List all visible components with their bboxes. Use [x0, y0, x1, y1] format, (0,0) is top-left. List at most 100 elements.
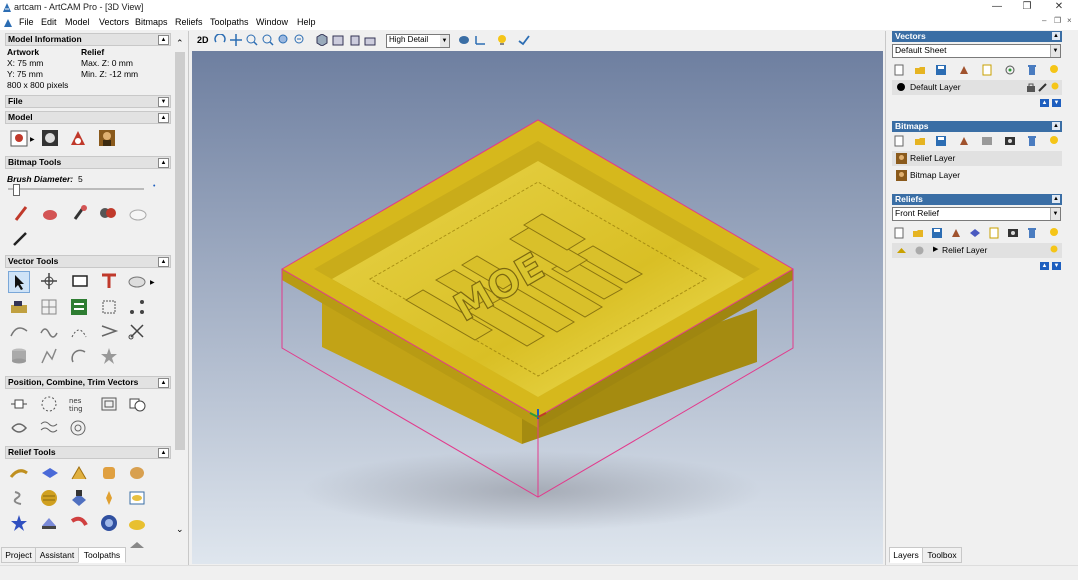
- angle-tool-icon[interactable]: [99, 321, 119, 341]
- relief-mode-icon[interactable]: [914, 245, 925, 256]
- select-arrow-icon[interactable]: [8, 271, 30, 293]
- bitmap-layer-row-relief[interactable]: Relief Layer: [892, 151, 1062, 166]
- arc-tool-icon[interactable]: [69, 346, 89, 366]
- move-relief-up-icon[interactable]: ▲: [1040, 262, 1049, 270]
- save-disk-icon[interactable]: [935, 64, 947, 76]
- cloud-vector-icon[interactable]: [127, 271, 147, 291]
- wrap-vector-icon[interactable]: [9, 418, 29, 438]
- relief-layer-row[interactable]: ▶ Relief Layer: [892, 243, 1062, 258]
- bitmap-layer-row-bitmap[interactable]: Bitmap Layer: [892, 168, 1062, 183]
- rotate-dotted-icon[interactable]: [39, 394, 59, 414]
- save-bitmap-icon[interactable]: [935, 135, 947, 147]
- lighting-bulb-icon[interactable]: [496, 34, 508, 48]
- collapse-arrow-icon[interactable]: ▲: [1052, 32, 1060, 40]
- zoom-in-icon[interactable]: [246, 34, 258, 48]
- model-information-header[interactable]: Model Information ▲: [5, 33, 171, 46]
- paint-area-icon[interactable]: [40, 203, 60, 223]
- polyline-icon[interactable]: [39, 346, 59, 366]
- shape-editor-icon[interactable]: [9, 463, 29, 483]
- align-vectors-icon[interactable]: [9, 394, 29, 414]
- tab-toolpaths[interactable]: Toolpaths: [78, 547, 126, 563]
- color-picker-icon[interactable]: [70, 203, 90, 223]
- text-tool-icon[interactable]: [99, 271, 119, 291]
- flat-relief-icon[interactable]: [40, 463, 60, 483]
- bitmap-tools-header[interactable]: Bitmap Tools ▲: [5, 156, 171, 169]
- paste-relief-icon[interactable]: [69, 488, 89, 508]
- bitmap-image-icon[interactable]: [1004, 135, 1016, 147]
- collapse-arrow-icon[interactable]: ▲: [158, 35, 169, 45]
- move-layer-up-icon[interactable]: ▲: [1040, 99, 1049, 107]
- collapse-arrow-icon[interactable]: ▲: [158, 378, 169, 388]
- move-handles-icon[interactable]: [39, 271, 59, 291]
- new-bitmap-icon[interactable]: [893, 135, 905, 147]
- layer-attach-icon[interactable]: [1004, 64, 1016, 76]
- menu-help[interactable]: Help: [297, 17, 316, 27]
- scrollbar-thumb[interactable]: [175, 52, 185, 450]
- reliefs-header[interactable]: Reliefs ▲: [892, 194, 1062, 205]
- position-combine-trim-header[interactable]: Position, Combine, Trim Vectors ▲: [5, 376, 171, 389]
- save-relief-icon[interactable]: [931, 227, 943, 239]
- expand-arrow-icon[interactable]: ▼: [158, 97, 169, 107]
- tab-layers[interactable]: Layers: [889, 547, 923, 563]
- move-layer-down-icon[interactable]: ▼: [1052, 99, 1061, 107]
- select-arrow-icon[interactable]: ▼: [1050, 45, 1060, 57]
- collapse-arrow-icon[interactable]: ▲: [1052, 195, 1060, 203]
- sculpt-icon[interactable]: [69, 513, 89, 533]
- relief-layer-tools-icon[interactable]: [950, 227, 962, 239]
- close-button[interactable]: ✕: [1044, 1, 1074, 15]
- model-section-header[interactable]: Model ▲: [5, 111, 171, 124]
- visibility-bulb-icon[interactable]: [1050, 82, 1060, 92]
- grid-snap-icon[interactable]: [39, 297, 59, 317]
- relief-select[interactable]: Front Relief ▼: [892, 207, 1061, 221]
- angled-plane-icon[interactable]: [99, 488, 119, 508]
- zoom-previous-icon[interactable]: [294, 34, 306, 48]
- bevel-relief-icon[interactable]: [39, 513, 59, 533]
- relief-properties-icon[interactable]: [988, 227, 1000, 239]
- vector-sheet-select[interactable]: Default Sheet ▼: [892, 44, 1061, 58]
- collapse-arrow-icon[interactable]: ▲: [158, 158, 169, 168]
- fill-colors-icon[interactable]: [98, 203, 118, 223]
- select-arrow-icon[interactable]: ▼: [1050, 208, 1060, 220]
- vector-tools-header[interactable]: Vector Tools ▲: [5, 255, 171, 268]
- iso-view-icon[interactable]: [316, 33, 328, 48]
- zoom-extents-icon[interactable]: [278, 34, 290, 48]
- model-size-icon[interactable]: [9, 128, 29, 148]
- lock-icon[interactable]: [1026, 82, 1036, 92]
- mdi-close-button[interactable]: ×: [1067, 16, 1072, 25]
- curve-tool-icon[interactable]: [9, 321, 29, 341]
- open-relief-icon[interactable]: [912, 227, 924, 239]
- side-view-icon[interactable]: [348, 34, 360, 48]
- pan-view-icon[interactable]: [230, 34, 242, 48]
- vectors-header[interactable]: Vectors ▲: [892, 31, 1062, 42]
- spin-icon[interactable]: [127, 463, 147, 483]
- node-edit-icon[interactable]: [9, 297, 29, 317]
- weld-vectors-icon[interactable]: [127, 394, 147, 414]
- spiral-icon[interactable]: [68, 418, 88, 438]
- tab-assistant[interactable]: Assistant: [35, 547, 79, 563]
- bitmaps-header[interactable]: Bitmaps ▲: [892, 121, 1062, 132]
- vector-bounds-icon[interactable]: [99, 297, 119, 317]
- vector-nodes-icon[interactable]: [127, 297, 147, 317]
- model-image-icon[interactable]: [68, 128, 88, 148]
- texture-relief-icon[interactable]: [39, 488, 59, 508]
- vector-text-layout-icon[interactable]: [69, 297, 89, 317]
- zoom-out-icon[interactable]: [262, 34, 274, 48]
- brush-diameter-slider[interactable]: [8, 188, 144, 190]
- bitmap-bulb-icon[interactable]: [1048, 135, 1060, 147]
- menu-bitmaps[interactable]: Bitmaps: [135, 17, 168, 27]
- mdi-restore-button[interactable]: ❐: [1054, 16, 1061, 25]
- check-view-icon[interactable]: [518, 34, 530, 48]
- relief-partial-icon[interactable]: [130, 540, 144, 548]
- move-relief-down-icon[interactable]: ▼: [1052, 262, 1061, 270]
- extrude-icon[interactable]: [99, 463, 119, 483]
- layer-bulb-icon[interactable]: [1048, 64, 1060, 76]
- 3d-viewport[interactable]: MOE: [192, 51, 883, 564]
- offset-vector-icon[interactable]: [99, 394, 119, 414]
- pencil-icon[interactable]: [10, 228, 30, 248]
- menu-model[interactable]: Model: [65, 17, 90, 27]
- collapse-arrow-icon[interactable]: ▲: [158, 113, 169, 123]
- slider-thumb[interactable]: [12, 184, 20, 196]
- smooth-relief-icon[interactable]: [9, 488, 29, 508]
- bitmap-tools-icon[interactable]: [958, 135, 970, 147]
- wave-pattern-icon[interactable]: [39, 418, 59, 438]
